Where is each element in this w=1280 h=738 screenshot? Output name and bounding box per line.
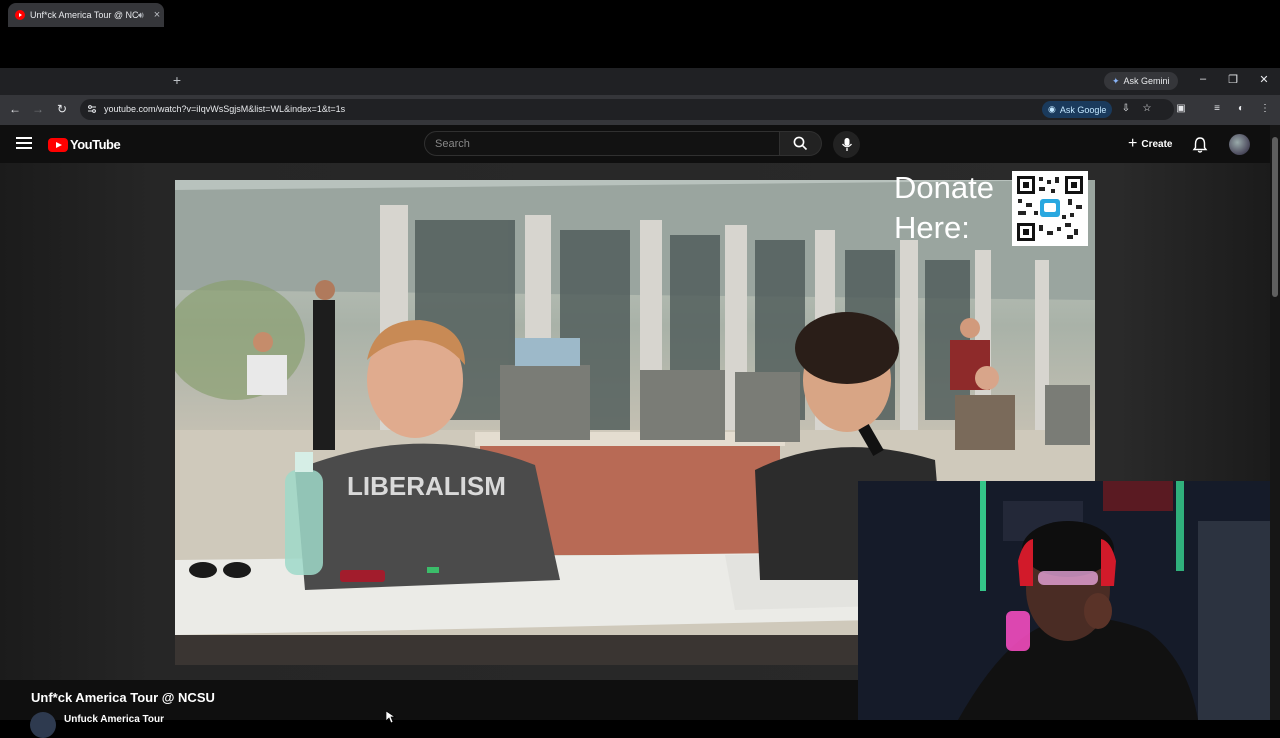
voice-search-button[interactable] bbox=[833, 131, 860, 158]
minimize-button[interactable]: – bbox=[1196, 73, 1210, 85]
channel-avatar[interactable] bbox=[30, 712, 56, 738]
site-info-icon[interactable] bbox=[86, 103, 98, 115]
chrome-menu-icon[interactable]: ⋮ bbox=[1258, 103, 1272, 114]
youtube-logo-text: YouTube bbox=[70, 137, 121, 152]
account-avatar[interactable] bbox=[1229, 134, 1250, 155]
search-icon bbox=[793, 136, 808, 151]
scrollbar-thumb[interactable] bbox=[1272, 137, 1278, 297]
search-box[interactable] bbox=[424, 131, 780, 156]
tab-title: Unf*ck America Tour @ NC bbox=[30, 10, 138, 20]
new-tab-button[interactable]: + bbox=[170, 72, 184, 88]
mouse-cursor-icon bbox=[386, 711, 396, 723]
youtube-favicon-icon bbox=[15, 10, 25, 20]
youtube-play-icon bbox=[48, 137, 68, 152]
close-window-button[interactable]: ✕ bbox=[1257, 73, 1271, 86]
ask-gemini-button[interactable]: ✦ Ask Gemini bbox=[1104, 72, 1178, 90]
speaker-icon[interactable]: 🔊︎ bbox=[138, 10, 150, 21]
back-icon[interactable]: ← bbox=[8, 102, 22, 116]
ask-google-button[interactable]: ◉ Ask Google bbox=[1042, 101, 1113, 118]
create-label: Create bbox=[1141, 138, 1173, 150]
browser-tab[interactable]: Unf*ck America Tour @ NC 🔊︎ × bbox=[8, 3, 164, 27]
search-button[interactable] bbox=[780, 131, 822, 156]
donate-overlay-text: Donate Here: bbox=[894, 170, 994, 245]
reading-list-icon[interactable]: ≡ bbox=[1210, 103, 1224, 114]
ask-google-label: Ask Google bbox=[1059, 104, 1107, 115]
create-button[interactable]: + Create bbox=[1120, 133, 1180, 155]
url-text[interactable]: youtube.com/watch?v=iIqvWsSgjsM&list=WL&… bbox=[104, 104, 345, 114]
side-panel-icon[interactable]: ▣ bbox=[1174, 103, 1188, 114]
profile-icon[interactable]: ◐ bbox=[1234, 103, 1248, 114]
video-title: Unf*ck America Tour @ NCSU bbox=[31, 690, 215, 705]
gemini-star-icon: ✦ bbox=[1112, 75, 1120, 86]
microphone-icon bbox=[841, 138, 852, 151]
close-tab-icon[interactable]: × bbox=[150, 9, 164, 21]
svg-text:LIBERALISM: LIBERALISM bbox=[347, 471, 506, 501]
search-input[interactable] bbox=[425, 132, 779, 155]
youtube-logo[interactable]: YouTube bbox=[48, 137, 121, 152]
streamer-webcam-overlay bbox=[858, 481, 1270, 720]
page-scrollbar[interactable] bbox=[1270, 125, 1280, 720]
reload-icon[interactable]: ↻ bbox=[55, 102, 69, 116]
plus-icon: + bbox=[1128, 135, 1138, 152]
webcam-scene-image bbox=[858, 481, 1270, 720]
ask-gemini-label: Ask Gemini bbox=[1123, 76, 1170, 86]
hamburger-menu-icon[interactable] bbox=[16, 137, 32, 151]
bookmark-star-icon[interactable]: ☆ bbox=[1140, 103, 1154, 114]
notifications-bell-icon[interactable] bbox=[1191, 136, 1209, 154]
restore-button[interactable]: ❐ bbox=[1226, 73, 1240, 86]
tab-strip bbox=[0, 68, 1280, 95]
install-app-icon[interactable]: ⇩ bbox=[1119, 103, 1133, 114]
forward-icon[interactable]: → bbox=[31, 102, 45, 116]
google-lens-icon: ◉ bbox=[1048, 104, 1056, 114]
donate-qr-code[interactable] bbox=[1012, 171, 1088, 246]
